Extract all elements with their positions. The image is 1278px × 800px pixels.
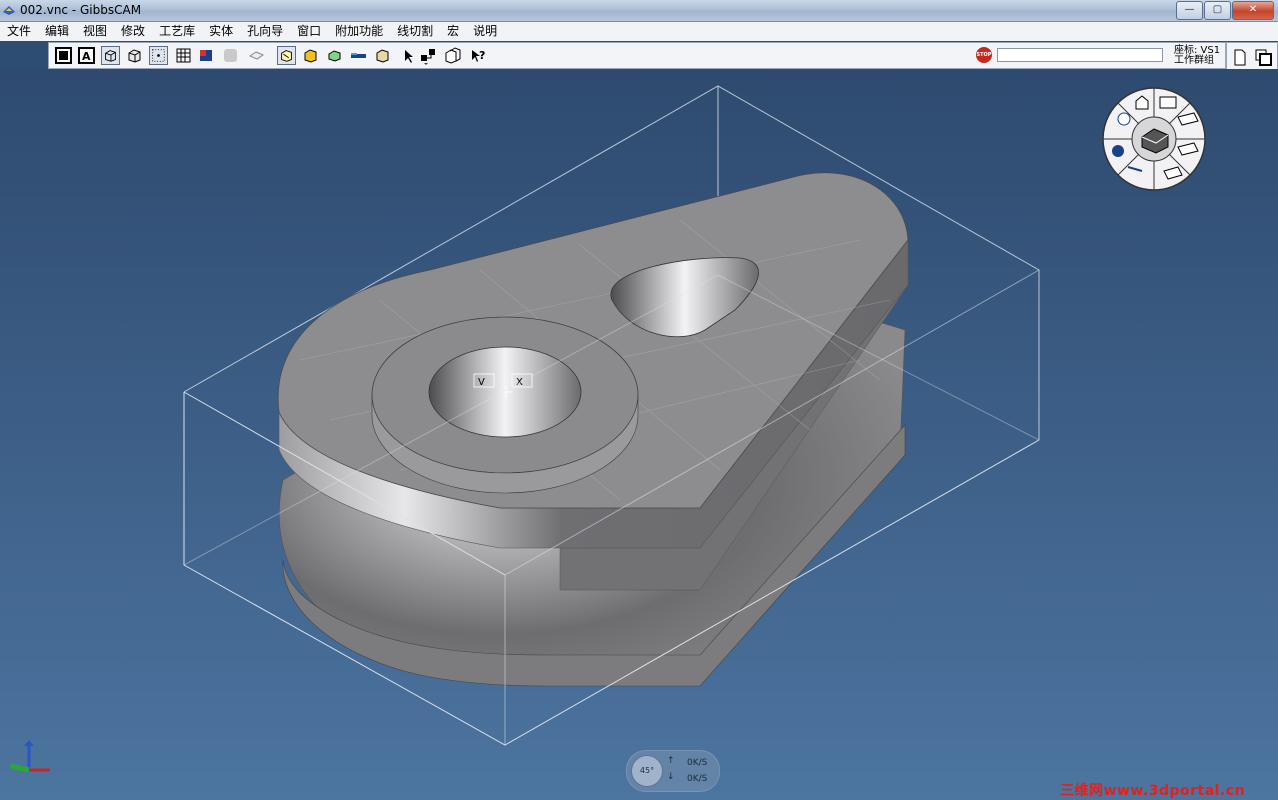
menu-file[interactable]: 文件 (0, 22, 38, 41)
point-grid-icon[interactable] (149, 46, 168, 65)
face-highlight-icon[interactable] (301, 46, 320, 65)
progress-bar (997, 48, 1163, 62)
svg-text:A: A (82, 50, 91, 63)
view-orientation-dial[interactable] (1102, 87, 1206, 191)
download-rate: 0K/S (687, 774, 708, 784)
flowchart-icon[interactable] (419, 46, 438, 65)
workgroup-label: 工作群组 (1174, 55, 1214, 66)
cube-select-icon[interactable] (277, 46, 296, 65)
menu-hole-wizard[interactable]: 孔向导 (240, 22, 290, 41)
menu-macro[interactable]: 宏 (440, 22, 466, 41)
stacked-cubes-icon[interactable] (443, 46, 462, 65)
menu-view[interactable]: 视图 (76, 22, 114, 41)
shaded-surface-icon[interactable] (197, 46, 216, 65)
maximize-button[interactable]: ▢ (1204, 1, 1231, 20)
close-button[interactable]: ✕ (1232, 1, 1274, 20)
tool-holder-icon[interactable] (349, 46, 368, 65)
menu-modify[interactable]: 修改 (114, 22, 152, 41)
title-bar: 002.vnc - GibbsCAM — ▢ ✕ (0, 0, 1278, 22)
text-tool-icon[interactable]: A (77, 46, 96, 65)
print-preview-icon[interactable] (247, 46, 266, 65)
axis-triad-icon (9, 740, 50, 773)
menu-bar: 文件 编辑 视图 修改 工艺库 实体 孔向导 窗口 附加功能 线切割 宏 说明 (0, 22, 1278, 41)
new-document-icon[interactable] (1230, 48, 1249, 67)
main-toolbar: A ? STOP 座标: VS1 工作群组 (48, 42, 1226, 69)
stop-label: STOP (976, 52, 992, 58)
solid-green-icon[interactable] (325, 46, 344, 65)
context-help-icon[interactable]: ? (469, 46, 488, 65)
menu-wire-edm[interactable]: 线切割 (390, 22, 440, 41)
download-arrow-icon: ↓ (667, 772, 675, 782)
view-angle-indicator: 45° (631, 755, 663, 787)
stock-layers-icon[interactable] (373, 46, 392, 65)
wireframe-view-icon[interactable] (101, 46, 120, 65)
screen-frame-icon[interactable] (54, 46, 73, 65)
pointer-arrow-icon[interactable] (399, 46, 418, 65)
watermark-text: 三维网www.3dportal.cn (1060, 783, 1246, 799)
cad-viewport[interactable]: V X (0, 69, 1278, 800)
menu-edit[interactable]: 编辑 (38, 22, 76, 41)
stop-button[interactable]: STOP (976, 47, 992, 63)
network-status-panel: 45° ↑ 0K/S ↓ 0K/S (626, 750, 720, 792)
menu-process-library[interactable]: 工艺库 (152, 22, 202, 41)
coordinate-readout: 座标: VS1 工作群组 (1174, 46, 1226, 66)
svg-text:?: ? (479, 49, 485, 62)
part-model[interactable]: V X (0, 69, 1278, 800)
hidden-line-icon[interactable] (221, 46, 240, 65)
gibbscam-app-icon[interactable] (2, 3, 16, 17)
upload-arrow-icon: ↑ (667, 756, 675, 766)
menu-plugins[interactable]: 附加功能 (328, 22, 390, 41)
minimize-button[interactable]: — (1176, 1, 1203, 20)
svg-text:V: V (478, 377, 485, 388)
menu-window[interactable]: 窗口 (290, 22, 328, 41)
multi-window-icon[interactable] (1254, 48, 1273, 67)
window-title: 002.vnc - GibbsCAM (20, 3, 142, 17)
solid-view-icon[interactable] (125, 46, 144, 65)
upload-rate: 0K/S (687, 758, 708, 768)
menu-solids[interactable]: 实体 (202, 22, 240, 41)
menu-help[interactable]: 说明 (466, 22, 504, 41)
grid-icon[interactable] (174, 46, 193, 65)
